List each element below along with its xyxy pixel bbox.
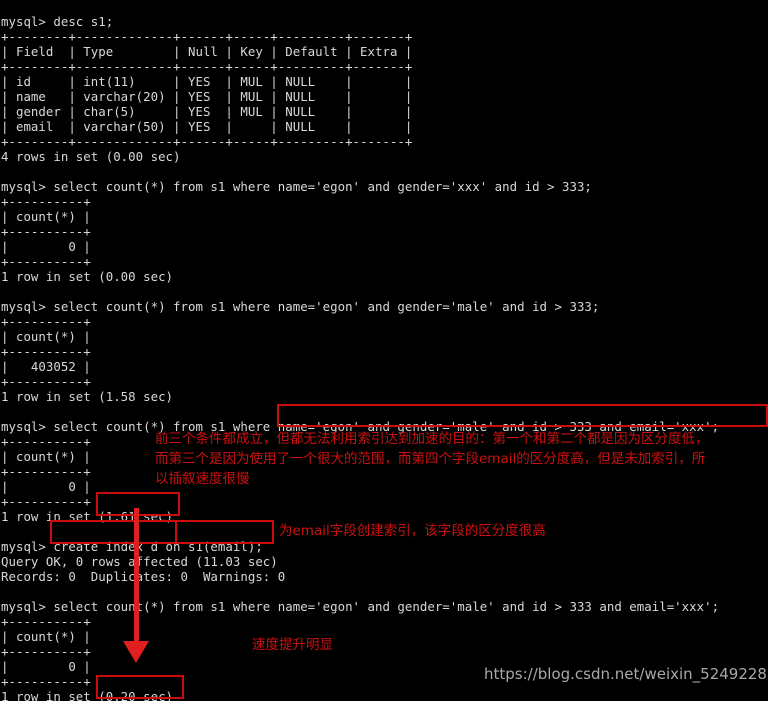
annotation-box-where-clause xyxy=(277,404,768,427)
annotation-speedup-note: 速度提升明显 xyxy=(252,637,333,653)
annotation-box-create-index-outer xyxy=(50,520,274,544)
terminal-screenshot: mysql> desc s1; +--------+-------------+… xyxy=(0,0,768,701)
watermark-url: https://blog.csdn.net/weixin_52492280 xyxy=(484,665,768,683)
annotation-arrow-head xyxy=(123,641,149,663)
annotation-create-index-note: 为email字段创建索引，该字段的区分度很高 xyxy=(279,523,546,539)
annotation-explain-line1: 前三个条件都成立，但都无法利用索引达到加速的目的：第一个和第二个都是因为区分度低… xyxy=(155,431,709,447)
annotation-explain-line3: 以插叙速度很慢 xyxy=(155,471,250,487)
annotation-arrow-shaft xyxy=(134,508,139,645)
annotation-explain-line2: 而第三个是因为使用了一个很大的范围，而第四个字段email的区分度高，但是未加索… xyxy=(155,451,706,467)
terminal-output: mysql> desc s1; +--------+-------------+… xyxy=(1,14,720,701)
annotation-box-fast-time xyxy=(96,675,184,699)
